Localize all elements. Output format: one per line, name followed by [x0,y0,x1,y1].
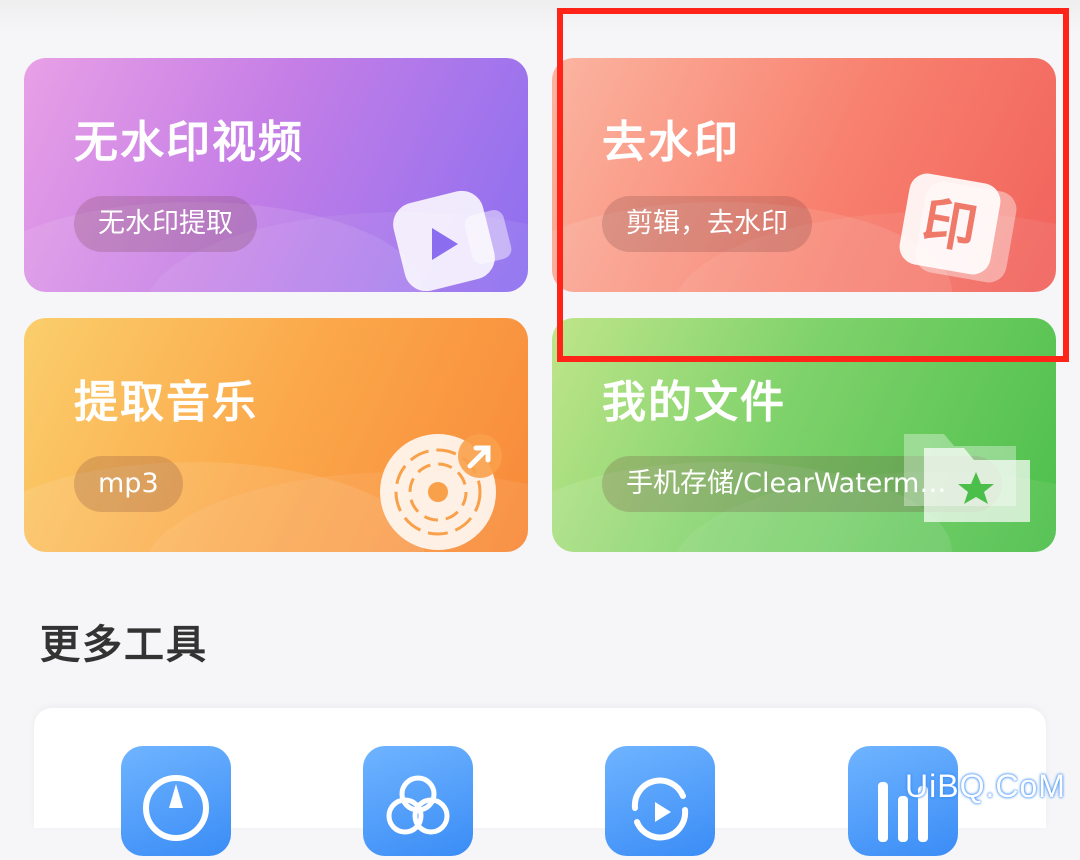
section-title-more-tools: 更多工具 [40,622,208,668]
card-title: 提取音乐 [74,377,258,428]
card-extract-music[interactable]: 提取音乐 mp3 [24,318,528,552]
stamp-icon: 印 [899,173,1017,283]
card-title: 无水印视频 [74,117,304,168]
refresh-play-icon [631,777,689,841]
site-watermark: UiBQ.CoM [905,768,1066,804]
top-bar [0,0,1080,34]
stamp-glyph: 印 [918,190,982,261]
card-remove-watermark[interactable]: 去水印 剪辑，去水印 印 [552,58,1056,292]
folder-star-icon [904,434,1030,522]
compass-icon [143,775,209,841]
tool-convert-button[interactable] [605,746,715,856]
card-subtitle-pill: mp3 [74,456,183,512]
vinyl-disc-icon [380,434,502,550]
card-title: 去水印 [602,117,740,168]
filter-circles-icon [386,775,450,835]
card-my-files[interactable]: 我的文件 手机存储/ClearWaterm… [552,318,1056,552]
card-subtitle-pill: 无水印提取 [74,196,257,252]
card-subtitle-pill: 剪辑，去水印 [602,196,812,252]
card-title: 我的文件 [602,377,786,428]
tool-compass-button[interactable] [121,746,231,856]
card-watermark-free-video[interactable]: 无水印视频 无水印提取 [24,58,528,292]
tool-filter-button[interactable] [363,746,473,856]
video-camera-icon [393,190,512,292]
